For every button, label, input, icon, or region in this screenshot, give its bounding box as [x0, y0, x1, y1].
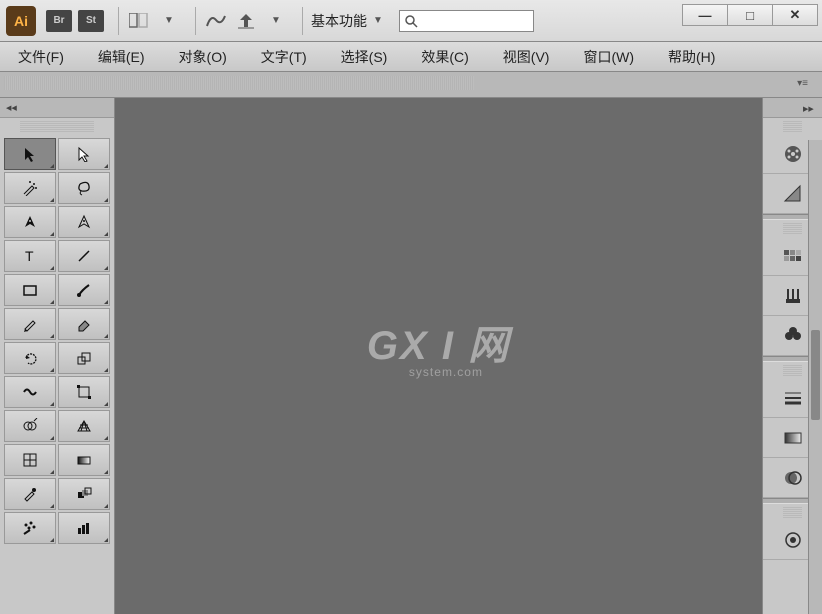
workspace-switcher[interactable]: 基本功能 [311, 11, 367, 31]
search-field[interactable] [420, 14, 520, 28]
menu-effect[interactable]: 效果(C) [413, 43, 476, 71]
blend-tool[interactable] [58, 478, 110, 510]
search-input[interactable] [399, 10, 534, 32]
menu-type[interactable]: 文字(T) [253, 43, 315, 71]
watermark: GX I 网 system.com [367, 313, 510, 379]
paintbrush-tool[interactable] [58, 274, 110, 306]
arrange-documents-icon[interactable] [127, 9, 151, 33]
document-tab-bar: ▾≡ [0, 72, 822, 98]
free-transform-tool[interactable] [58, 376, 110, 408]
width-tool[interactable] [4, 376, 56, 408]
add-anchor-tool[interactable] [58, 206, 110, 238]
shape-builder-tool[interactable] [4, 410, 56, 442]
dropdown-icon[interactable]: ▼ [264, 9, 288, 33]
align-icon[interactable] [234, 9, 258, 33]
menu-window[interactable]: 窗口(W) [575, 43, 642, 71]
line-tool[interactable] [58, 240, 110, 272]
mesh-tool[interactable] [4, 444, 56, 476]
eraser-tool[interactable] [58, 308, 110, 340]
pen-tool[interactable] [4, 206, 56, 238]
collapse-panel-button[interactable] [0, 98, 114, 118]
gradient-tool[interactable] [58, 444, 110, 476]
ai-logo-icon: Ai [6, 6, 36, 36]
window-controls: — □ ✕ [683, 4, 818, 26]
selection-tool[interactable] [4, 138, 56, 170]
panel-grip[interactable] [20, 120, 94, 132]
gpu-preview-icon[interactable] [204, 9, 228, 33]
menu-edit[interactable]: 编辑(E) [90, 43, 153, 71]
close-button[interactable]: ✕ [772, 4, 818, 26]
right-scrollbar[interactable] [808, 140, 822, 614]
menu-object[interactable]: 对象(O) [171, 43, 235, 71]
dropdown-icon[interactable]: ▼ [373, 15, 383, 26]
collapse-panel-button[interactable] [763, 98, 822, 118]
symbol-sprayer-tool[interactable] [4, 512, 56, 544]
panel-menu-icon[interactable]: ▾≡ [797, 78, 808, 89]
rectangle-tool[interactable] [4, 274, 56, 306]
rotate-tool[interactable] [4, 342, 56, 374]
scale-tool[interactable] [58, 342, 110, 374]
menu-select[interactable]: 选择(S) [333, 43, 396, 71]
watermark-text: GX I 网 [367, 313, 510, 371]
dropdown-icon[interactable]: ▼ [157, 9, 181, 33]
lasso-tool[interactable] [58, 172, 110, 204]
minimize-button[interactable]: — [682, 4, 728, 26]
application-bar: Ai Br St ▼ ▼ 基本功能 ▼ — □ ✕ [0, 0, 822, 42]
workspace: T GX I 网 system.com [0, 98, 822, 614]
type-tool[interactable]: T [4, 240, 56, 272]
direct-selection-tool[interactable] [58, 138, 110, 170]
eyedropper-tool[interactable] [4, 478, 56, 510]
column-graph-tool[interactable] [58, 512, 110, 544]
magic-wand-tool[interactable] [4, 172, 56, 204]
maximize-button[interactable]: □ [727, 4, 773, 26]
menu-bar: 文件(F) 编辑(E) 对象(O) 文字(T) 选择(S) 效果(C) 视图(V… [0, 42, 822, 72]
panel-grip[interactable] [783, 120, 802, 132]
dock-grip[interactable] [4, 76, 474, 90]
scrollbar-thumb[interactable] [811, 330, 820, 420]
menu-help[interactable]: 帮助(H) [660, 43, 723, 71]
pencil-tool[interactable] [4, 308, 56, 340]
stock-icon[interactable]: St [78, 10, 104, 32]
svg-text:T: T [25, 248, 34, 264]
menu-file[interactable]: 文件(F) [10, 43, 72, 71]
canvas[interactable]: GX I 网 system.com [115, 98, 762, 614]
perspective-grid-tool[interactable] [58, 410, 110, 442]
menu-view[interactable]: 视图(V) [495, 43, 558, 71]
tools-panel: T [0, 98, 115, 614]
bridge-icon[interactable]: Br [46, 10, 72, 32]
